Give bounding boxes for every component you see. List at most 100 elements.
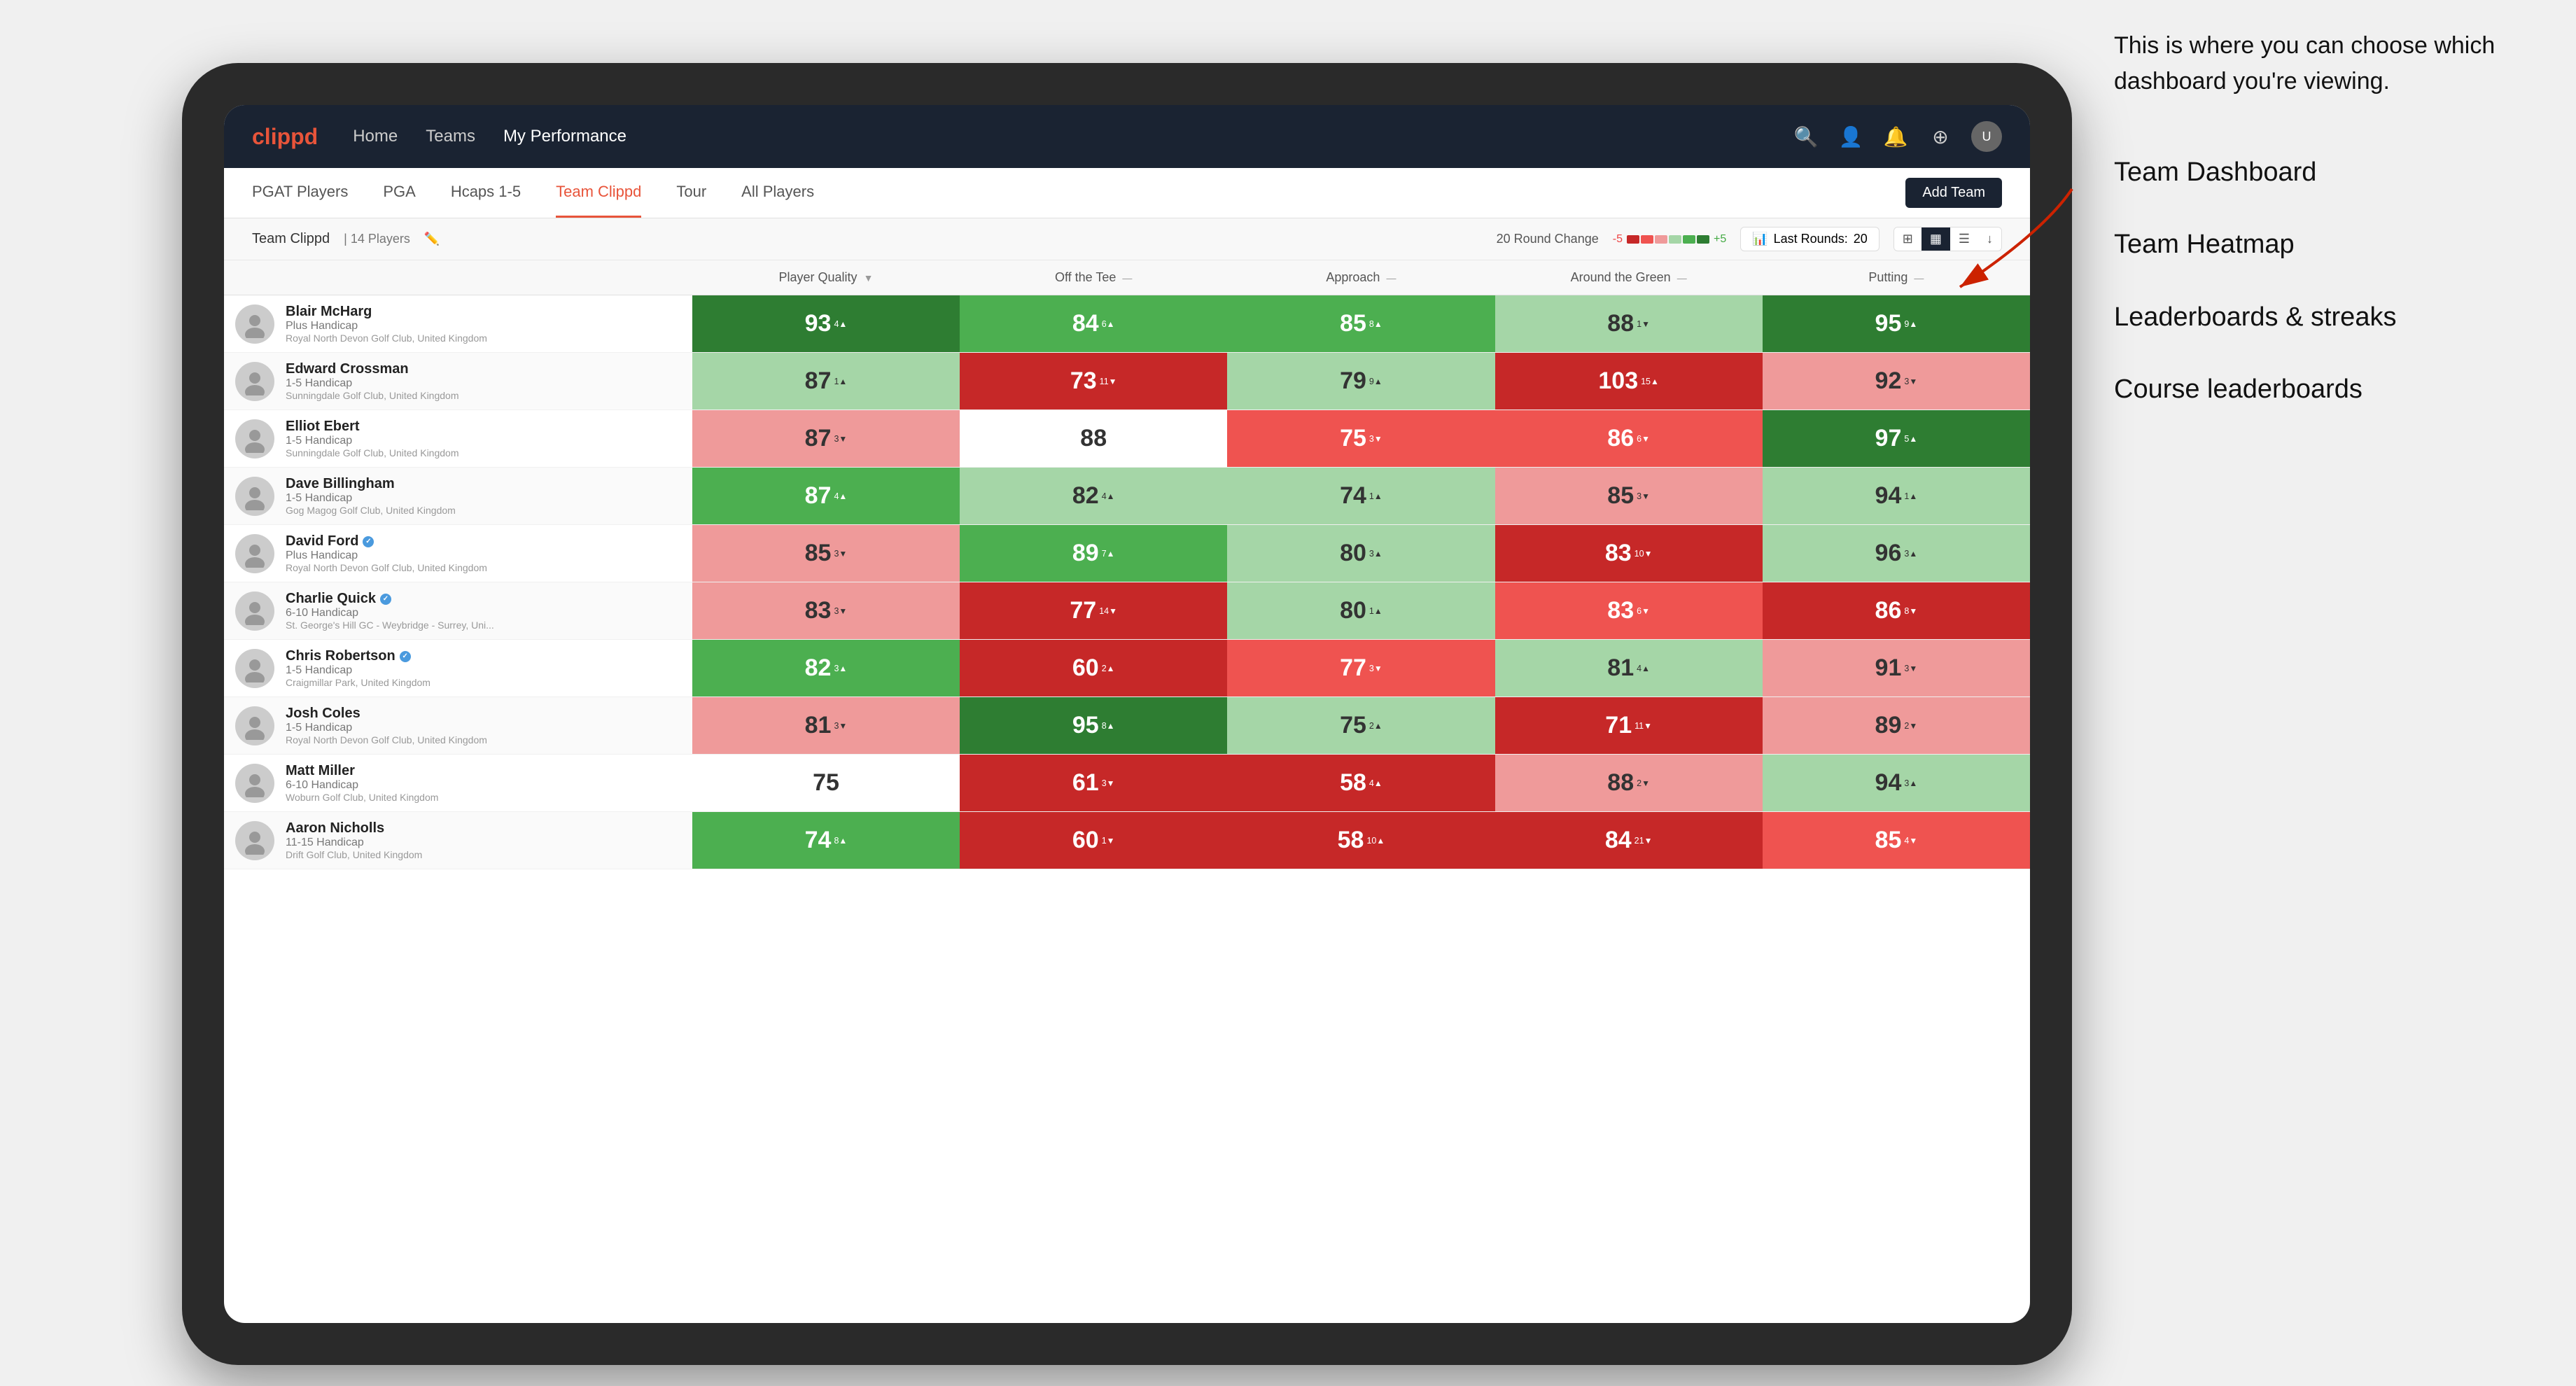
player-name: Josh Coles: [286, 706, 487, 722]
score-cell: 93 4▲: [692, 295, 960, 353]
player-club: St. George's Hill GC - Weybridge - Surre…: [286, 620, 494, 631]
score-change: 2▲: [1369, 721, 1382, 731]
score-change: 10▼: [1634, 549, 1653, 559]
player-handicap: 1-5 Handicap: [286, 492, 456, 505]
score-value: 103: [1598, 368, 1638, 395]
score-inner: 75 3▼: [1227, 410, 1494, 467]
view-grid-button[interactable]: ⊞: [1894, 227, 1921, 251]
player-avatar: [235, 304, 274, 344]
player-cell[interactable]: Chris Robertson ✓ 1-5 Handicap Craigmill…: [224, 640, 692, 696]
view-download-button[interactable]: ↓: [1978, 227, 2001, 251]
score-change: 9▲: [1904, 319, 1917, 329]
player-cell[interactable]: Blair McHarg Plus Handicap Royal North D…: [224, 295, 692, 352]
score-inner: 81 4▲: [1495, 640, 1763, 696]
score-value: 83: [1607, 597, 1634, 624]
nav-my-performance[interactable]: My Performance: [503, 127, 626, 146]
score-value: 80: [1340, 540, 1366, 567]
team-header-right: 20 Round Change -5 +5 📊 Last Rou: [1497, 227, 2002, 251]
user-icon[interactable]: 👤: [1837, 122, 1865, 150]
tab-all-players[interactable]: All Players: [741, 168, 814, 218]
score-cell: 97 5▲: [1763, 410, 2030, 468]
tab-pga[interactable]: PGA: [383, 168, 415, 218]
score-cell: 60 1▼: [960, 812, 1227, 869]
user-avatar[interactable]: U: [1971, 121, 2002, 152]
score-change: 11▼: [1100, 377, 1117, 386]
score-cell: 75: [692, 755, 960, 812]
score-value: 88: [1607, 310, 1634, 337]
score-inner: 87 3▼: [692, 410, 960, 467]
search-icon[interactable]: 🔍: [1792, 122, 1820, 150]
player-cell[interactable]: Dave Billingham 1-5 Handicap Gog Magog G…: [224, 468, 692, 524]
score-inner: 60 2▲: [960, 640, 1227, 696]
col-putting[interactable]: Putting —: [1763, 260, 2030, 295]
score-inner: 92 3▼: [1763, 353, 2030, 410]
score-value: 95: [1072, 712, 1099, 739]
tab-tour[interactable]: Tour: [676, 168, 706, 218]
score-value: 87: [805, 368, 832, 395]
annotation-panel: This is where you can choose which dashb…: [2114, 28, 2548, 445]
player-avatar: [235, 534, 274, 573]
score-change: 5▲: [1904, 434, 1917, 444]
player-cell[interactable]: Matt Miller 6-10 Handicap Woburn Golf Cl…: [224, 755, 692, 811]
player-handicap: 6-10 Handicap: [286, 607, 494, 620]
score-inner: 82 3▲: [692, 640, 960, 696]
score-change: 1▲: [834, 377, 847, 386]
player-cell[interactable]: Charlie Quick ✓ 6-10 Handicap St. George…: [224, 582, 692, 639]
app-logo[interactable]: clippd: [252, 124, 318, 150]
score-cell: 85 8▲: [1227, 295, 1494, 353]
settings-icon[interactable]: ⊕: [1926, 122, 1954, 150]
score-cell: 83 10▼: [1495, 525, 1763, 582]
tab-pgat-players[interactable]: PGAT Players: [252, 168, 348, 218]
col-approach[interactable]: Approach —: [1227, 260, 1494, 295]
score-change: 3▼: [834, 721, 847, 731]
score-value: 87: [805, 425, 832, 452]
col-around-green[interactable]: Around the Green —: [1495, 260, 1763, 295]
player-name: Chris Robertson ✓: [286, 648, 430, 664]
col-off-tee[interactable]: Off the Tee —: [960, 260, 1227, 295]
view-list-button[interactable]: ▦: [1921, 227, 1950, 251]
player-handicap: Plus Handicap: [286, 320, 487, 332]
player-cell[interactable]: Aaron Nicholls 11-15 Handicap Drift Golf…: [224, 812, 692, 869]
last-rounds-button[interactable]: 📊 Last Rounds: 20: [1740, 227, 1879, 251]
score-change: 2▲: [1102, 664, 1115, 673]
table-header-row: Player Quality ▼ Off the Tee — Approach …: [224, 260, 2030, 295]
score-inner: 95 9▲: [1763, 295, 2030, 352]
tab-hcaps[interactable]: Hcaps 1-5: [451, 168, 521, 218]
player-name: Matt Miller: [286, 763, 438, 779]
score-cell: 87 1▲: [692, 353, 960, 410]
col-player-quality[interactable]: Player Quality ▼: [692, 260, 960, 295]
score-change: 4▲: [1369, 778, 1382, 788]
player-cell[interactable]: Josh Coles 1-5 Handicap Royal North Devo…: [224, 697, 692, 754]
player-info: David Ford ✓ Plus Handicap Royal North D…: [286, 533, 487, 573]
player-cell[interactable]: Edward Crossman 1-5 Handicap Sunningdale…: [224, 353, 692, 410]
add-team-button[interactable]: Add Team: [1905, 178, 2002, 208]
score-value: 80: [1340, 597, 1366, 624]
score-inner: 83 3▼: [692, 582, 960, 639]
player-cell[interactable]: Elliot Ebert 1-5 Handicap Sunningdale Go…: [224, 410, 692, 467]
sub-nav: PGAT Players PGA Hcaps 1-5 Team Clippd T…: [224, 168, 2030, 218]
score-change: 1▼: [1637, 319, 1650, 329]
score-value: 85: [1875, 827, 1902, 854]
player-handicap: 1-5 Handicap: [286, 664, 430, 677]
players-table: Player Quality ▼ Off the Tee — Approach …: [224, 260, 2030, 869]
score-inner: 80 1▲: [1227, 582, 1494, 639]
view-heatmap-button[interactable]: ☰: [1950, 227, 1978, 251]
nav-home[interactable]: Home: [353, 127, 398, 146]
bell-icon[interactable]: 🔔: [1882, 122, 1910, 150]
score-cell: 86 6▼: [1495, 410, 1763, 468]
player-cell[interactable]: David Ford ✓ Plus Handicap Royal North D…: [224, 525, 692, 582]
table-row: Blair McHarg Plus Handicap Royal North D…: [224, 295, 2030, 353]
score-change: 9▲: [1369, 377, 1382, 386]
round-change-badges: -5 +5: [1613, 233, 1726, 246]
tab-team-clippd[interactable]: Team Clippd: [556, 168, 641, 218]
score-value: 58: [1340, 769, 1366, 797]
score-value: 83: [1605, 540, 1632, 567]
edit-icon[interactable]: ✏️: [424, 232, 440, 246]
player-club: Royal North Devon Golf Club, United King…: [286, 562, 487, 573]
tablet-frame: clippd Home Teams My Performance 🔍 👤 🔔 ⊕…: [182, 63, 2072, 1365]
score-inner: 74 8▲: [692, 812, 960, 869]
score-change: 2▼: [1904, 721, 1917, 731]
score-cell: 95 9▲: [1763, 295, 2030, 353]
nav-teams[interactable]: Teams: [426, 127, 475, 146]
player-info: Chris Robertson ✓ 1-5 Handicap Craigmill…: [286, 648, 430, 688]
